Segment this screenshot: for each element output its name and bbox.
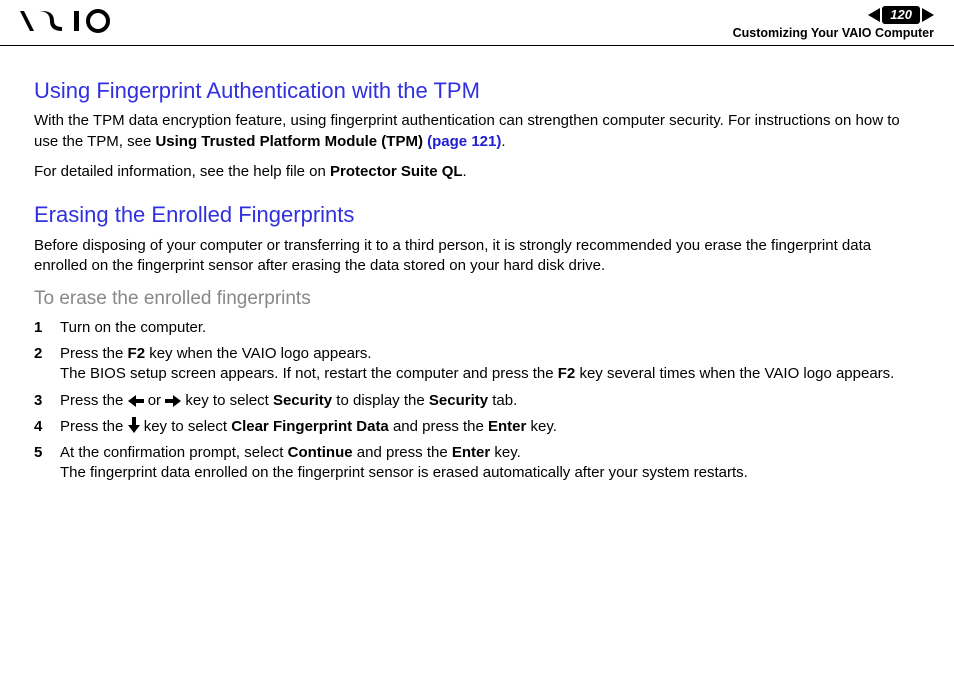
text-bold: Using Trusted Platform Module (TPM) (155, 133, 423, 150)
step-body: Turn on the computer. (60, 318, 920, 338)
text: tab. (488, 392, 517, 409)
text: key to select (181, 392, 273, 409)
text-bold: Clear Fingerprint Data (231, 418, 389, 435)
step-number: 4 (34, 417, 60, 437)
step-number: 1 (34, 318, 60, 338)
step-body: At the confirmation prompt, select Conti… (60, 443, 920, 484)
heading-erase: Erasing the Enrolled Fingerprints (34, 200, 920, 230)
text: and press the (353, 444, 452, 461)
step-item: 1 Turn on the computer. (34, 318, 920, 338)
step-number: 5 (34, 443, 60, 484)
arrow-left-icon (128, 395, 144, 407)
text: key. (490, 444, 521, 461)
step-item: 3 Press the or key to select Security to… (34, 391, 920, 411)
text: The fingerprint data enrolled on the fin… (60, 464, 748, 481)
subheading-erase-steps: To erase the enrolled fingerprints (34, 286, 920, 312)
step-number: 2 (34, 344, 60, 385)
key-enter: Enter (488, 418, 526, 435)
text-bold: Continue (288, 444, 353, 461)
header-right: 120 Customizing Your VAIO Computer (733, 6, 934, 41)
text: . (463, 163, 467, 180)
text: At the confirmation prompt, select (60, 444, 288, 461)
text: Press the (60, 392, 128, 409)
step-body: Press the key to select Clear Fingerprin… (60, 417, 920, 437)
step-item: 5 At the confirmation prompt, select Con… (34, 443, 920, 484)
step-item: 2 Press the F2 key when the VAIO logo ap… (34, 344, 920, 385)
page-number: 120 (882, 6, 920, 24)
text: or (144, 392, 166, 409)
step-number: 3 (34, 391, 60, 411)
heading-tpm: Using Fingerprint Authentication with th… (34, 76, 920, 106)
page-header: 120 Customizing Your VAIO Computer (0, 0, 954, 46)
text-bold: Security (429, 392, 488, 409)
text: For detailed information, see the help f… (34, 163, 330, 180)
next-page-arrow-icon[interactable] (922, 8, 934, 22)
text: . (501, 133, 505, 150)
prev-page-arrow-icon[interactable] (868, 8, 880, 22)
page-content: Using Fingerprint Authentication with th… (0, 46, 954, 522)
steps-list: 1 Turn on the computer. 2 Press the F2 k… (34, 318, 920, 484)
text: key. (526, 418, 557, 435)
erase-para-1: Before disposing of your computer or tra… (34, 236, 920, 277)
text: to display the (332, 392, 429, 409)
breadcrumb: Customizing Your VAIO Computer (733, 26, 934, 41)
page-nav: 120 (733, 6, 934, 24)
step-body: Press the F2 key when the VAIO logo appe… (60, 344, 920, 385)
text: key when the VAIO logo appears. (145, 345, 372, 362)
tpm-para-2: For detailed information, see the help f… (34, 162, 920, 182)
text-bold: Protector Suite QL (330, 163, 463, 180)
vaio-logo (20, 6, 130, 36)
text-bold: Security (273, 392, 332, 409)
step-body: Press the or key to select Security to d… (60, 391, 920, 411)
arrow-right-icon (165, 395, 181, 407)
section-erase: Erasing the Enrolled Fingerprints Before… (34, 200, 920, 484)
section-tpm: Using Fingerprint Authentication with th… (34, 76, 920, 182)
tpm-para-1: With the TPM data encryption feature, us… (34, 111, 920, 152)
text: key several times when the VAIO logo app… (575, 365, 894, 382)
arrow-down-icon (128, 417, 140, 433)
key-f2: F2 (128, 345, 146, 362)
text: Press the (60, 345, 128, 362)
text: key to select (140, 418, 232, 435)
text: The BIOS setup screen appears. If not, r… (60, 365, 558, 382)
page-link[interactable]: (page 121) (427, 133, 501, 150)
key-f2: F2 (558, 365, 576, 382)
text: Press the (60, 418, 128, 435)
key-enter: Enter (452, 444, 490, 461)
step-item: 4 Press the key to select Clear Fingerpr… (34, 417, 920, 437)
text: and press the (389, 418, 488, 435)
